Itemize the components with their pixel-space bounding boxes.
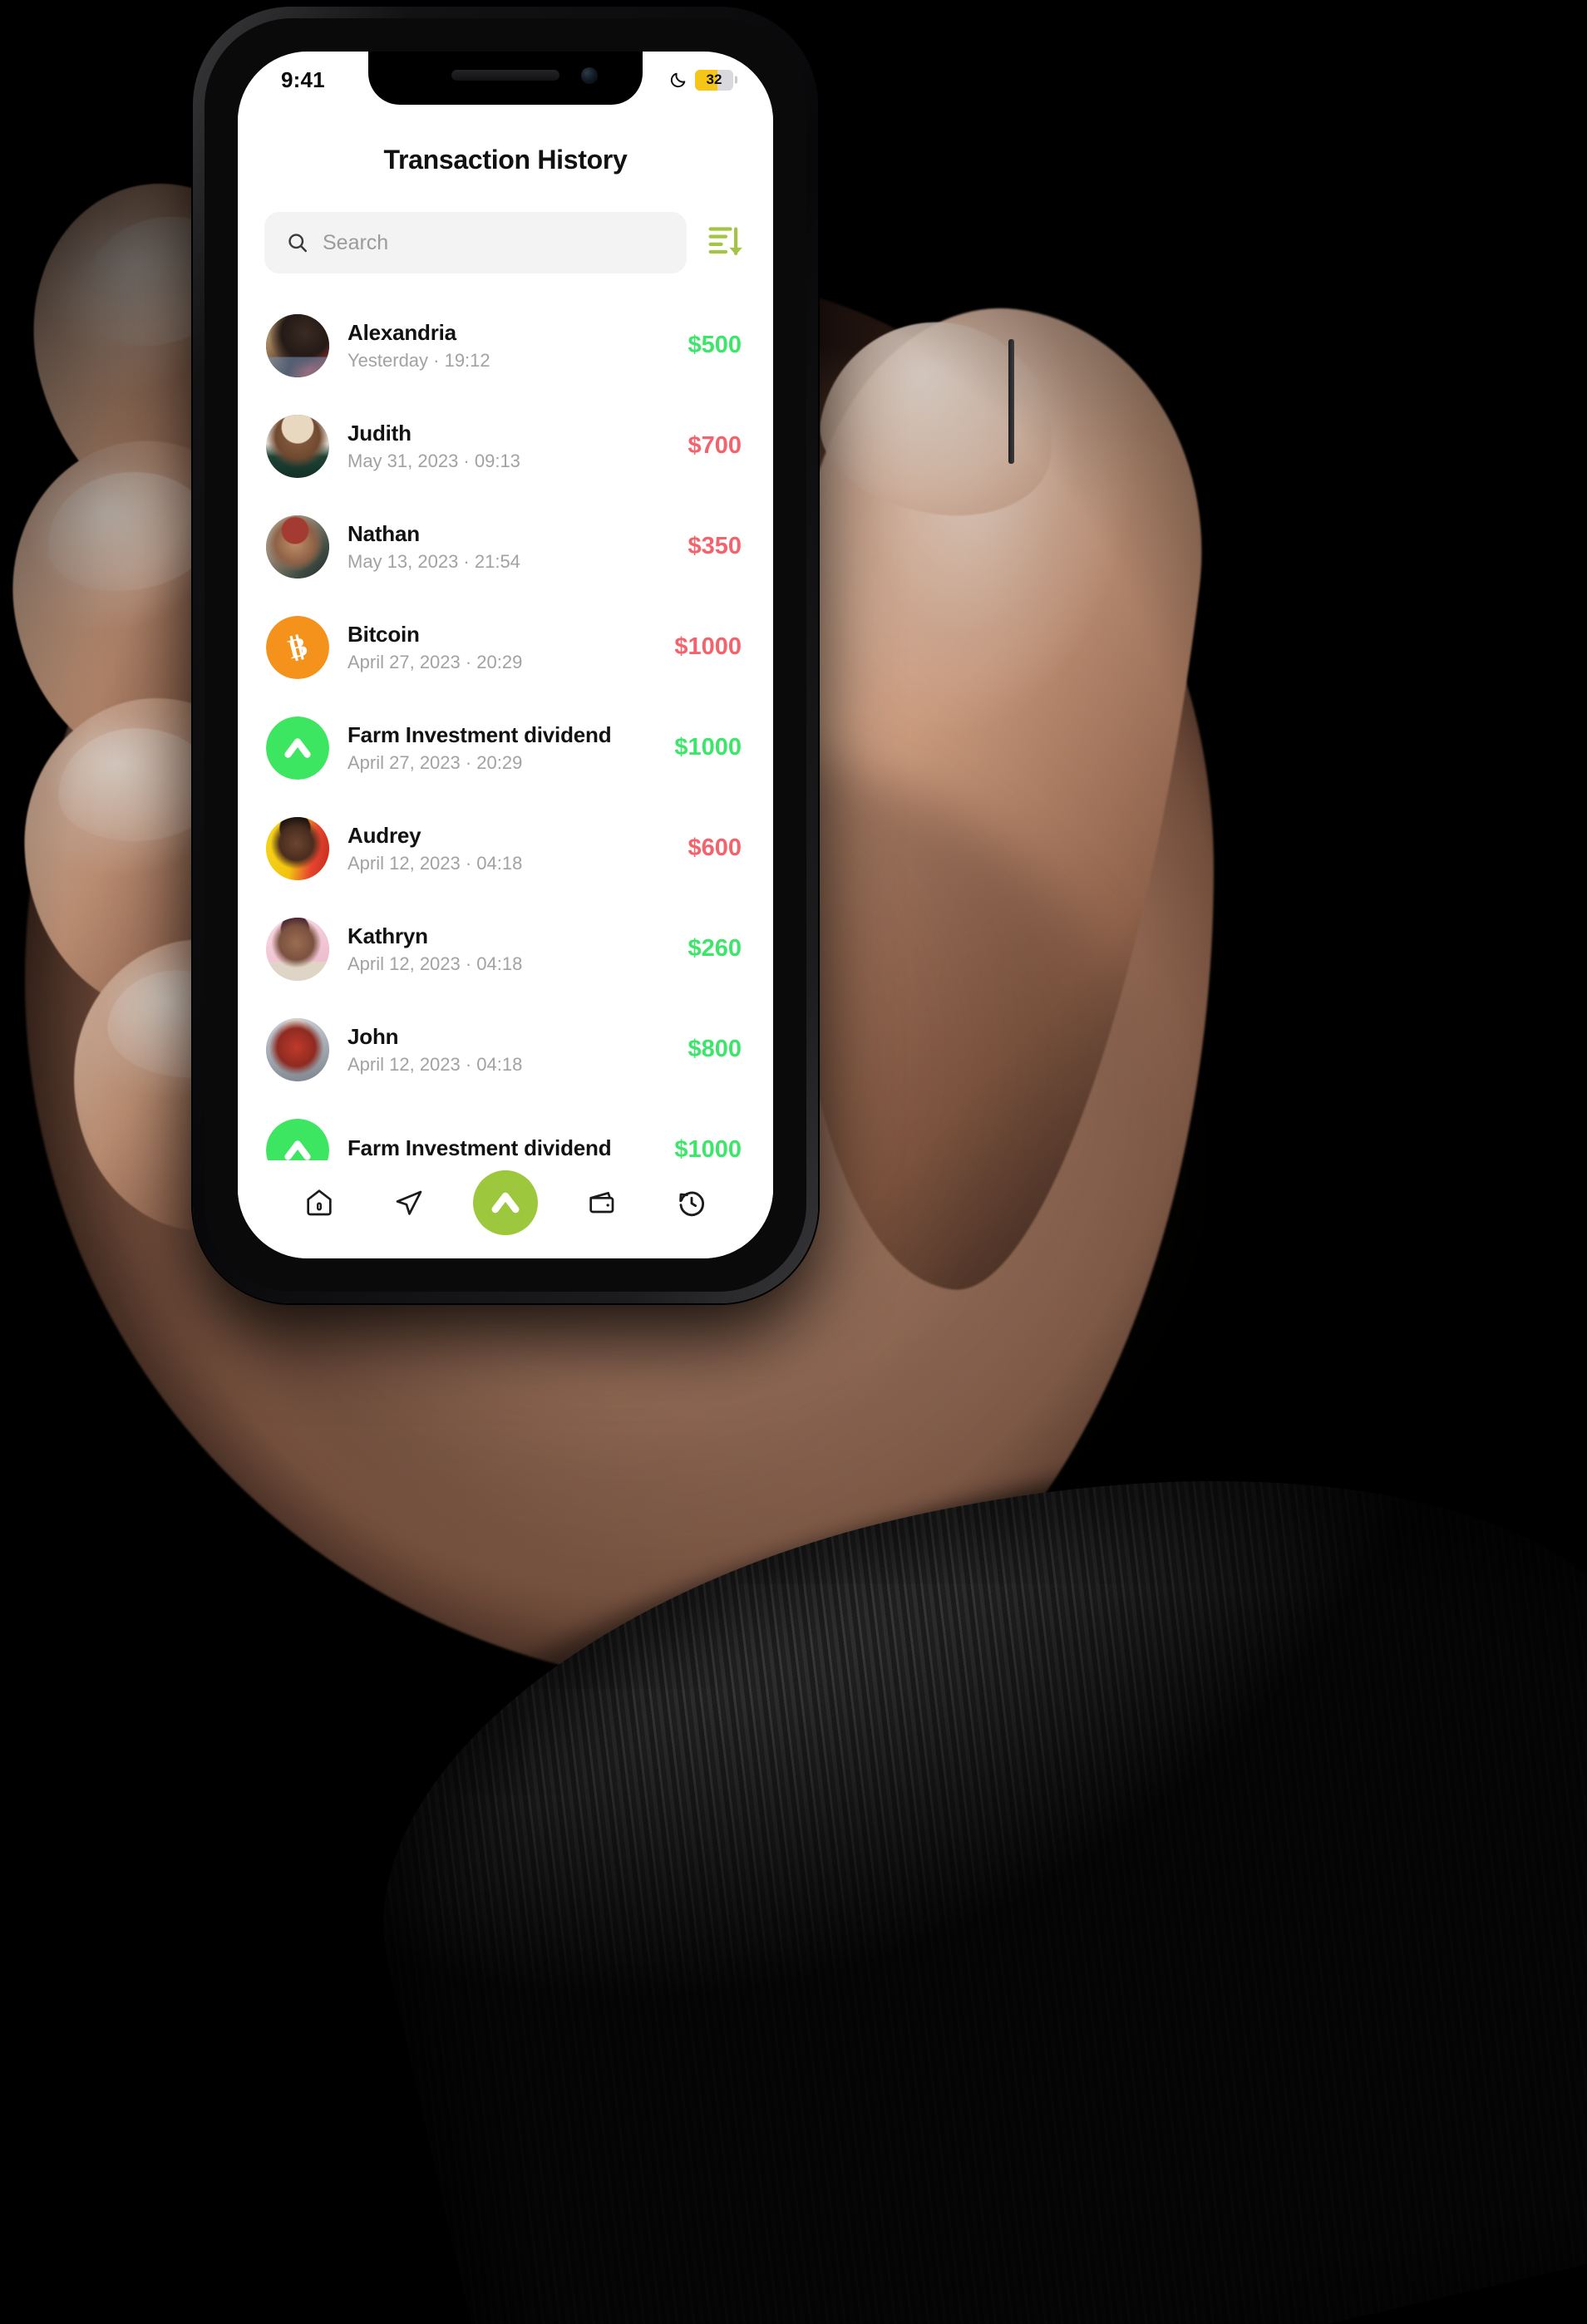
home-icon bbox=[307, 1189, 332, 1216]
transaction-info: Kathryn April 12, 2023 · 04:18 bbox=[347, 923, 669, 975]
transaction-info: Audrey April 12, 2023 · 04:18 bbox=[347, 823, 669, 874]
avatar bbox=[266, 313, 329, 377]
history-clock-icon bbox=[679, 1191, 704, 1217]
transaction-info: Nathan May 13, 2023 · 21:54 bbox=[347, 521, 669, 573]
transaction-history-screen: Transaction History Search Alexandria Ye… bbox=[238, 52, 773, 1258]
transaction-amount: $1000 bbox=[674, 734, 742, 761]
page-title: Transaction History bbox=[383, 145, 628, 175]
nav-item-invest-fab[interactable] bbox=[473, 1170, 538, 1235]
avatar bbox=[266, 515, 329, 579]
transaction-name: Kathryn bbox=[347, 923, 428, 948]
send-paper-plane-icon bbox=[396, 1190, 422, 1215]
avatar bbox=[266, 1118, 329, 1160]
transaction-info: Farm Investment dividend bbox=[347, 1135, 656, 1161]
avatar bbox=[266, 414, 329, 478]
phone-bezel: 9:41 32 Transaction History Search Alexa… bbox=[205, 18, 806, 1292]
power-button[interactable] bbox=[1008, 339, 1014, 464]
avatar bbox=[266, 816, 329, 880]
bottom-navigation-bar bbox=[238, 1160, 773, 1258]
avatar bbox=[266, 917, 329, 981]
transaction-amount: $700 bbox=[688, 432, 742, 459]
crescent-moon-icon bbox=[670, 72, 686, 88]
transaction-amount: $350 bbox=[688, 533, 742, 559]
transaction-amount: $800 bbox=[688, 1036, 742, 1062]
nav-item-history[interactable] bbox=[666, 1177, 717, 1228]
table-row[interactable]: B Bitcoin April 27, 2023 · 20:29 $1000 bbox=[238, 597, 773, 697]
avatar bbox=[266, 1017, 329, 1081]
scene: 9:41 32 Transaction History Search Alexa… bbox=[0, 0, 1587, 2324]
search-row: Search bbox=[238, 212, 773, 273]
transaction-amount: $500 bbox=[688, 332, 742, 358]
transaction-name: Nathan bbox=[347, 520, 420, 546]
farm-chevron-icon bbox=[491, 1192, 520, 1214]
display-notch bbox=[368, 52, 643, 105]
table-row[interactable]: Farm Investment dividend $1000 bbox=[238, 1100, 773, 1160]
search-input[interactable]: Search bbox=[264, 212, 687, 273]
transaction-date: April 12, 2023 · 04:18 bbox=[347, 852, 523, 874]
transaction-name: Judith bbox=[347, 420, 412, 446]
transaction-amount: $1000 bbox=[674, 1136, 742, 1160]
transaction-date: April 27, 2023 · 20:29 bbox=[347, 651, 523, 672]
battery-tip bbox=[735, 76, 737, 84]
transaction-info: Alexandria Yesterday · 19:12 bbox=[347, 320, 669, 372]
sort-button[interactable] bbox=[705, 220, 747, 265]
table-row[interactable]: Farm Investment dividend April 27, 2023 … bbox=[238, 697, 773, 798]
status-bar-time: 9:41 bbox=[281, 66, 325, 92]
sort-descending-icon bbox=[708, 227, 742, 255]
farm-chevron-icon bbox=[266, 716, 329, 780]
search-icon bbox=[288, 234, 308, 253]
transaction-date: April 12, 2023 · 04:18 bbox=[347, 953, 523, 974]
table-row[interactable]: Alexandria Yesterday · 19:12 $500 bbox=[238, 295, 773, 396]
transaction-info: Judith May 31, 2023 · 09:13 bbox=[347, 421, 669, 472]
avatar bbox=[266, 716, 329, 780]
wallet-icon bbox=[589, 1192, 614, 1214]
status-bar-right: 32 bbox=[669, 66, 737, 91]
transaction-amount: $260 bbox=[688, 935, 742, 962]
earpiece-speaker bbox=[451, 70, 559, 81]
battery-percent-label: 32 bbox=[706, 71, 722, 87]
transaction-name: John bbox=[347, 1023, 399, 1049]
transaction-name: Bitcoin bbox=[347, 621, 420, 647]
table-row[interactable]: John April 12, 2023 · 04:18 $800 bbox=[238, 999, 773, 1100]
transaction-amount: $1000 bbox=[674, 633, 742, 660]
nav-item-send[interactable] bbox=[383, 1177, 435, 1228]
transaction-name: Farm Investment dividend bbox=[347, 721, 612, 747]
table-row[interactable]: Nathan May 13, 2023 · 21:54 $350 bbox=[238, 496, 773, 597]
transaction-info: John April 12, 2023 · 04:18 bbox=[347, 1024, 669, 1076]
transaction-date: May 31, 2023 · 09:13 bbox=[347, 450, 520, 471]
search-placeholder: Search bbox=[323, 230, 389, 254]
table-row[interactable]: Judith May 31, 2023 · 09:13 $700 bbox=[238, 396, 773, 496]
bitcoin-icon: B bbox=[266, 615, 329, 679]
transaction-date: April 12, 2023 · 04:18 bbox=[347, 1053, 523, 1075]
nav-item-wallet[interactable] bbox=[576, 1177, 628, 1228]
avatar: B bbox=[266, 615, 329, 679]
table-row[interactable]: Kathryn April 12, 2023 · 04:18 $260 bbox=[238, 899, 773, 999]
transaction-list[interactable]: Alexandria Yesterday · 19:12 $500 Judith… bbox=[238, 295, 773, 1160]
front-camera bbox=[581, 67, 598, 84]
transaction-date: May 13, 2023 · 21:54 bbox=[347, 550, 520, 572]
transaction-info: Farm Investment dividend April 27, 2023 … bbox=[347, 722, 656, 774]
transaction-date: Yesterday · 19:12 bbox=[347, 349, 490, 371]
transaction-amount: $600 bbox=[688, 835, 742, 861]
transaction-info: Bitcoin April 27, 2023 · 20:29 bbox=[347, 622, 656, 673]
battery-indicator: 32 bbox=[695, 69, 737, 91]
table-row[interactable]: Audrey April 12, 2023 · 04:18 $600 bbox=[238, 798, 773, 899]
transaction-name: Alexandria bbox=[347, 319, 456, 345]
farm-chevron-icon bbox=[266, 1118, 329, 1160]
nav-item-home[interactable] bbox=[293, 1177, 345, 1228]
transaction-name: Audrey bbox=[347, 822, 421, 848]
transaction-date: April 27, 2023 · 20:29 bbox=[347, 751, 523, 773]
phone-device: 9:41 32 Transaction History Search Alexa… bbox=[193, 7, 1014, 1303]
phone-screen: 9:41 32 Transaction History Search Alexa… bbox=[238, 52, 773, 1258]
transaction-name: Farm Investment dividend bbox=[347, 1135, 612, 1160]
